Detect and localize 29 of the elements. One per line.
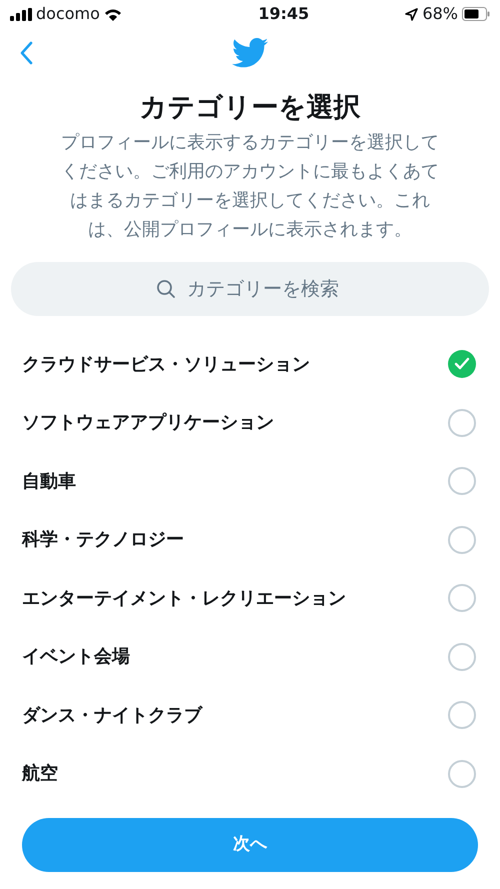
radio-button[interactable] (448, 526, 476, 554)
description-text: プロフィールに表示するカテゴリーを選択してください。ご利用のアカウントに最もよくあてはまるカテゴリーを選択してください。これは、公開プロフィールに表示されます。 (60, 131, 440, 242)
battery-icon (462, 7, 490, 21)
search-icon (156, 279, 176, 299)
category-label[interactable]: ダンス・ナイトクラブ (22, 702, 202, 729)
radio-button[interactable] (448, 642, 476, 671)
category-label[interactable]: エンターテイメント・レクリエーション (22, 584, 346, 612)
radio-button[interactable] (448, 584, 476, 612)
category-label[interactable]: 科学・テクノロジー (22, 526, 184, 554)
category-label[interactable]: 自動車 (22, 468, 76, 495)
category-label[interactable]: イベント会場 (22, 643, 130, 670)
radio-button[interactable] (448, 701, 476, 730)
page-title: カテゴリーを選択 (140, 91, 360, 125)
radio-button[interactable] (448, 760, 476, 788)
wifi-icon (104, 8, 122, 20)
radio-button[interactable] (448, 408, 476, 437)
battery-percent: 68% (422, 3, 458, 25)
carrier-name: docomo (36, 3, 100, 25)
search-field[interactable]: カテゴリーを検索 (11, 262, 489, 316)
signal-icon (10, 8, 32, 20)
radio-button[interactable] (448, 467, 476, 496)
location-arrow-icon (405, 8, 418, 20)
category-label[interactable]: ソフトウェアアプリケーション (22, 409, 274, 436)
category-label[interactable]: 航空 (22, 760, 58, 788)
back-chevron-icon[interactable] (19, 41, 33, 65)
checked-radio-icon[interactable] (448, 350, 476, 378)
category-label[interactable]: クラウドサービス・ソリューション (22, 350, 310, 378)
bird-logo-icon (232, 38, 268, 68)
clock-time: 19:45 (258, 3, 310, 25)
